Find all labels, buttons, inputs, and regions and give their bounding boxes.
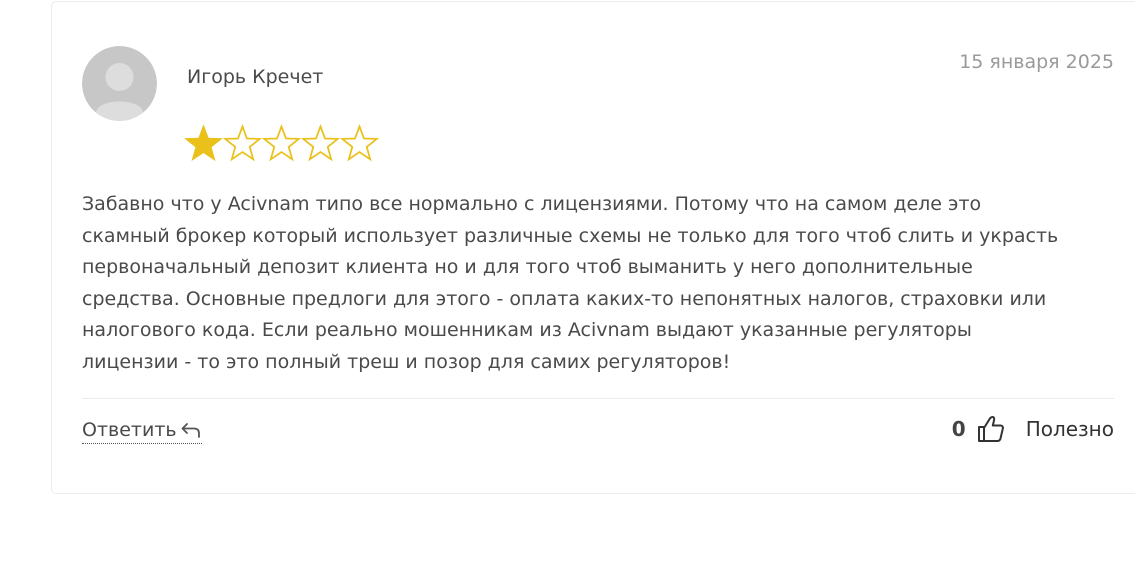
- helpful-section: 0 Полезно: [952, 414, 1114, 444]
- star-empty-icon: [223, 124, 262, 162]
- star-empty-icon: [262, 124, 301, 162]
- star-filled-icon: [184, 124, 223, 162]
- star-empty-icon: [340, 124, 379, 162]
- star-rating: [184, 124, 379, 163]
- divider: [82, 398, 1114, 399]
- avatar: [82, 46, 157, 121]
- review-text: Забавно что у Acivnam типо все нормально…: [82, 193, 1059, 373]
- user-avatar-icon: [82, 46, 157, 121]
- reply-button[interactable]: Ответить: [82, 419, 202, 444]
- author-name: Игорь Кречет: [187, 66, 324, 88]
- helpful-button[interactable]: Полезно: [1026, 417, 1114, 441]
- star-empty-icon: [301, 124, 340, 162]
- reply-arrow-icon: [181, 423, 200, 438]
- helpful-count: 0: [951, 417, 966, 441]
- thumbs-up-icon[interactable]: [976, 414, 1006, 444]
- reply-label: Ответить: [82, 419, 177, 441]
- review-date: 15 января 2025: [959, 51, 1114, 73]
